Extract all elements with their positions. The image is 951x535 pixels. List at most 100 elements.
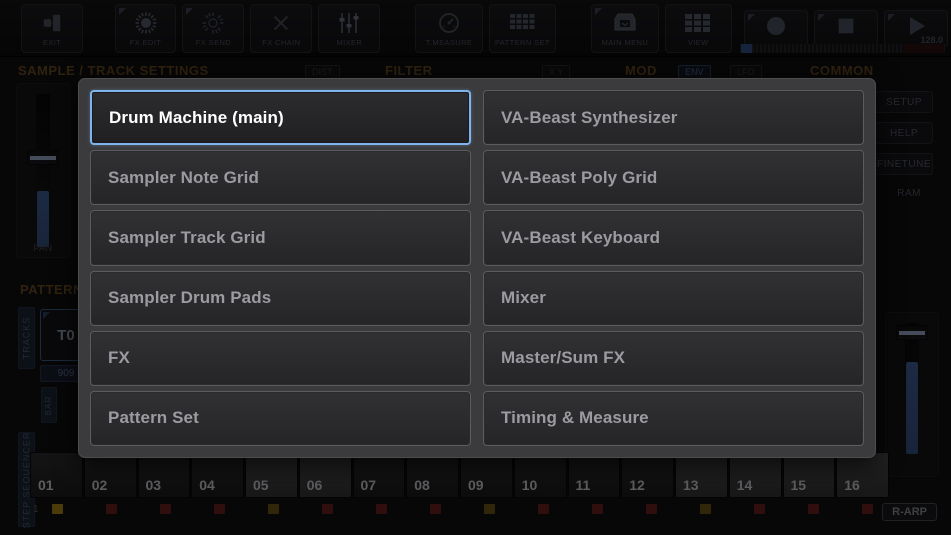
step-indicator-cell <box>354 504 408 514</box>
corner-marker-icon <box>747 13 755 21</box>
step-button-06[interactable]: 06 <box>298 452 352 498</box>
tab-xy[interactable]: X Y <box>542 65 571 79</box>
step-number: 05 <box>253 477 269 493</box>
record-button[interactable] <box>743 9 808 47</box>
toolbar-label-main-menu: MAIN MENU <box>601 37 649 47</box>
view-option-va-beast-poly-grid[interactable]: VA-Beast Poly Grid <box>483 150 864 206</box>
step-indicator-dot <box>645 504 657 514</box>
toolbar-button-fx-chain[interactable]: FX CHAIN <box>250 3 313 53</box>
step-button-12[interactable]: 12 <box>621 452 674 498</box>
step-button-09[interactable]: 09 <box>460 452 513 498</box>
corner-marker-icon <box>43 312 50 319</box>
tab-dist[interactable]: DIST <box>305 65 340 79</box>
step-indicator-cell <box>786 504 840 514</box>
step-indicator-dot <box>591 504 603 514</box>
knob-bright-icon <box>134 10 158 36</box>
view-option-va-beast-keyboard[interactable]: VA-Beast Keyboard <box>483 210 864 266</box>
app-root: EXIT FX EDIT FX SEND FX CHAIN MIXER T.ME… <box>0 0 951 535</box>
step-button-15[interactable]: 15 <box>782 452 836 498</box>
vertical-tab-bar[interactable]: BAR <box>41 387 57 423</box>
step-indicator-cell <box>570 504 624 514</box>
step-button-11[interactable]: 11 <box>567 452 621 498</box>
step-button-05[interactable]: 05 <box>245 452 298 498</box>
pan-fader-panel: PAN <box>16 83 70 258</box>
view-option-sampler-note-grid[interactable]: Sampler Note Grid <box>90 150 471 206</box>
toolbar-button-fx-edit[interactable]: FX EDIT <box>114 3 177 53</box>
scrollbar-ticks <box>752 44 904 53</box>
step-button-01[interactable]: 01 <box>30 452 83 498</box>
tab-lfo[interactable]: LFO <box>730 65 762 79</box>
view-option-master-sum-fx[interactable]: Master/Sum FX <box>483 330 864 386</box>
exit-door-icon <box>41 10 63 36</box>
step-button-10[interactable]: 10 <box>513 452 567 498</box>
toolbar-button-view[interactable]: VIEW <box>664 3 732 53</box>
play-button[interactable]: 128.0 <box>883 9 948 47</box>
view-option-sampler-drum-pads[interactable]: Sampler Drum Pads <box>90 270 471 326</box>
step-button-02[interactable]: 02 <box>83 452 137 498</box>
step-button-16[interactable]: 16 <box>836 452 889 498</box>
view-option-va-beast-synthesizer[interactable]: VA-Beast Synthesizer <box>483 90 864 146</box>
step-button-14[interactable]: 14 <box>728 452 782 498</box>
step-indicator-cell <box>624 504 678 514</box>
view-option-drum-machine-main[interactable]: Drum Machine (main) <box>90 90 471 146</box>
step-indicator-row <box>30 504 894 514</box>
step-number: 02 <box>91 477 108 493</box>
master-fader-handle[interactable] <box>896 325 928 340</box>
view-selector-dialog: Drum Machine (main) VA-Beast Synthesizer S… <box>78 78 876 458</box>
step-indicator-cell <box>516 504 570 514</box>
view-options-grid: Drum Machine (main) VA-Beast Synthesizer S… <box>90 90 864 446</box>
toolbar-label-fx-chain: FX CHAIN <box>262 37 301 47</box>
gauge-icon <box>437 10 461 36</box>
step-number: 03 <box>145 477 162 493</box>
step-sequencer-row: 01 02 03 04 05 06 07 08 09 10 11 12 13 14 15 16 <box>30 452 890 502</box>
sliders-icon <box>337 10 361 36</box>
step-number: 08 <box>414 477 430 493</box>
toolbar-button-fx-send[interactable]: FX SEND <box>182 3 245 53</box>
side-button-help[interactable]: HELP <box>875 122 933 144</box>
toolbar-button-main-menu[interactable]: MAIN MENU <box>591 3 659 53</box>
step-indicator-dot <box>321 504 333 514</box>
toolbar-button-pattern-set[interactable]: PATTERN SET <box>488 3 557 53</box>
step-button-03[interactable]: 03 <box>137 452 191 498</box>
step-button-04[interactable]: 04 <box>191 452 244 498</box>
section-title-filter: FILTER <box>385 63 433 78</box>
step-indicator-dot <box>753 504 765 514</box>
step-indicator-cell <box>678 504 732 514</box>
step-indicator-cell <box>300 504 354 514</box>
toolbar-label-mixer: MIXER <box>336 37 363 47</box>
toolbar-button-mixer[interactable]: MIXER <box>318 3 381 53</box>
corner-marker-icon <box>887 13 895 21</box>
side-button-finetune[interactable]: FINETUNE <box>875 153 933 175</box>
toolbar-button-exit[interactable]: EXIT <box>21 3 84 53</box>
circle-icon <box>764 14 788 43</box>
pan-label: PAN <box>33 243 53 253</box>
step-indicator-cell <box>246 504 300 514</box>
step-button-13[interactable]: 13 <box>675 452 728 498</box>
view-option-sampler-track-grid[interactable]: Sampler Track Grid <box>90 210 471 266</box>
step-number: 13 <box>683 477 699 493</box>
step-number: 11 <box>575 477 591 493</box>
tab-env[interactable]: ENV <box>678 65 711 79</box>
step-button-07[interactable]: 07 <box>352 452 406 498</box>
stop-button[interactable] <box>813 9 878 47</box>
vertical-tab-tracks[interactable]: TRACKS <box>18 307 35 369</box>
step-button-08[interactable]: 08 <box>406 452 459 498</box>
side-button-setup[interactable]: SETUP <box>875 91 933 113</box>
step-indicator-cell <box>408 504 462 514</box>
view-option-mixer[interactable]: Mixer <box>483 270 864 326</box>
song-position-scrollbar[interactable] <box>740 44 945 53</box>
view-option-pattern-set[interactable]: Pattern Set <box>90 390 471 446</box>
step-indicator-dot <box>699 504 711 514</box>
pan-fader-handle[interactable] <box>27 150 59 165</box>
toolbar-button-t-measure[interactable]: T.MEASURE <box>415 3 483 53</box>
scrollbar-handle[interactable] <box>741 44 752 53</box>
step-indicator-dot <box>51 504 63 514</box>
toolbar-label-t-measure: T.MEASURE <box>425 37 473 47</box>
corner-marker-icon <box>817 13 825 21</box>
step-indicator-dot <box>429 504 441 514</box>
view-option-timing-amp-measure[interactable]: Timing & Measure <box>483 390 864 446</box>
step-indicator-dot <box>375 504 387 514</box>
step-number: 04 <box>199 477 215 493</box>
step-indicator-cell <box>84 504 138 514</box>
view-option-fx[interactable]: FX <box>90 330 471 386</box>
